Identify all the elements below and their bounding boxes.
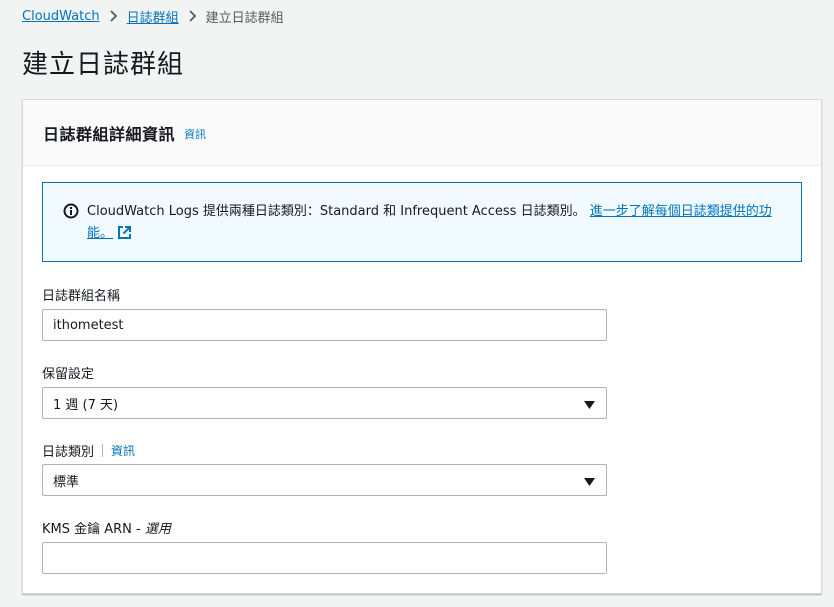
info-circle-icon	[63, 203, 79, 227]
panel-title: 日誌群組詳細資訊	[43, 124, 176, 144]
panel-header: 日誌群組詳細資訊 資訊	[23, 100, 821, 166]
log-class-value: 標準	[53, 474, 80, 490]
caret-down-icon	[584, 476, 595, 491]
chevron-right-icon	[188, 10, 197, 22]
info-alert: CloudWatch Logs 提供兩種日誌類別：Standard 和 Infr…	[42, 182, 802, 262]
retention-value: 1 週 (7 天)	[53, 397, 119, 413]
log-group-name-label: 日誌群組名稱	[42, 289, 121, 304]
external-link-icon[interactable]	[117, 225, 132, 248]
breadcrumb-current: 建立日誌群組	[205, 10, 284, 26]
log-group-name-value: ithometest	[53, 317, 124, 333]
chevron-right-icon	[109, 10, 118, 22]
retention-select[interactable]: 1 週 (7 天)	[42, 387, 607, 419]
log-group-name-input[interactable]: ithometest	[42, 309, 607, 341]
label-divider	[102, 444, 104, 457]
log-class-label-row: 日誌類別 資訊	[42, 441, 135, 460]
kms-label-row: KMS 金鑰 ARN - 選用	[42, 518, 171, 537]
alert-message: CloudWatch Logs 提供兩種日誌類別：Standard 和 Infr…	[87, 201, 781, 248]
log-class-label: 日誌類別	[42, 445, 95, 460]
caret-down-icon	[584, 399, 595, 414]
kms-label: KMS 金鑰 ARN -	[42, 522, 145, 537]
alert-text: CloudWatch Logs 提供兩種日誌類別：Standard 和 Infr…	[87, 204, 586, 219]
kms-key-arn-input[interactable]	[42, 542, 607, 574]
log-group-details-panel: 日誌群組詳細資訊 資訊 CloudWatch Logs 提供兩種日誌類別：Sta…	[22, 99, 822, 594]
log-class-info-link[interactable]: 資訊	[111, 442, 135, 459]
optional-label: 選用	[144, 522, 171, 537]
breadcrumb-log-groups-link[interactable]: 日誌群組	[127, 7, 179, 26]
log-class-select[interactable]: 標準	[42, 464, 607, 496]
panel-info-link[interactable]: 資訊	[184, 126, 206, 142]
retention-label: 保留設定	[42, 367, 95, 382]
breadcrumb: CloudWatch 日誌群組 建立日誌群組	[22, 6, 284, 26]
breadcrumb-cloudwatch-link[interactable]: CloudWatch	[22, 9, 100, 24]
page-title: 建立日誌群組	[22, 50, 185, 80]
